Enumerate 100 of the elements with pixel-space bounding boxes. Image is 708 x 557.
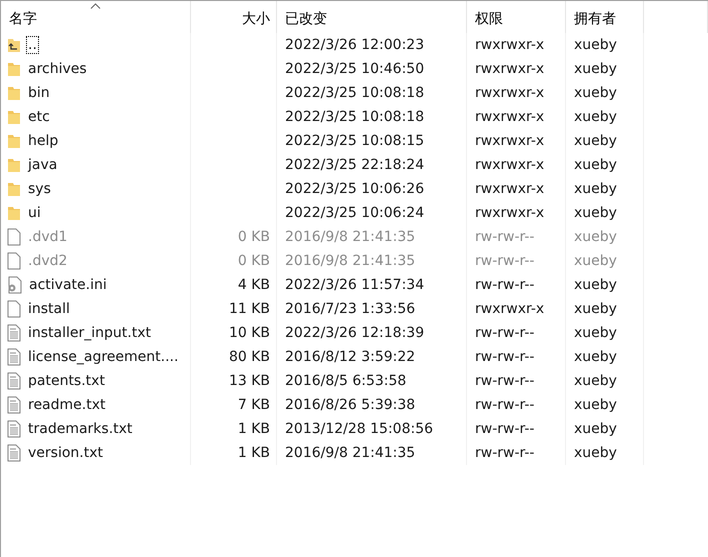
owner: xueby — [574, 157, 617, 173]
file-name[interactable]: readme.txt — [27, 397, 106, 413]
file-icon — [7, 252, 21, 270]
owner: xueby — [574, 181, 617, 197]
owner: xueby — [574, 421, 617, 437]
file-name[interactable]: license_agreement.... — [27, 349, 180, 365]
permissions: rwxrwxr-x — [475, 85, 544, 101]
owner: xueby — [574, 133, 617, 149]
file-name[interactable]: .. — [27, 37, 38, 53]
text-file-icon — [7, 396, 21, 414]
file-name[interactable]: sys — [27, 181, 52, 197]
modified-date: 2013/12/28 15:08:56 — [285, 421, 434, 437]
permissions: rw-rw-r-- — [475, 421, 534, 437]
file-name[interactable]: java — [27, 157, 58, 173]
file-name[interactable]: install — [27, 301, 71, 317]
owner: xueby — [574, 325, 617, 341]
modified-date: 2022/3/25 10:08:18 — [285, 85, 424, 101]
permissions: rw-rw-r-- — [475, 253, 534, 269]
file-size: 0 KB — [238, 229, 270, 245]
file-name[interactable]: patents.txt — [27, 373, 106, 389]
modified-date: 2022/3/26 11:57:34 — [285, 277, 424, 293]
folder-icon — [7, 109, 21, 125]
owner: xueby — [574, 445, 617, 461]
owner: xueby — [574, 61, 617, 77]
file-name[interactable]: version.txt — [27, 445, 104, 461]
file-size: 10 KB — [228, 325, 270, 341]
file-icon — [7, 228, 21, 246]
file-name[interactable]: trademarks.txt — [27, 421, 134, 437]
parent-folder-icon — [7, 37, 21, 53]
column-header[interactable]: 权限 — [467, 1, 566, 33]
modified-date: 2016/9/8 21:41:35 — [285, 445, 416, 461]
settings-file-icon — [7, 276, 22, 294]
owner: xueby — [574, 301, 617, 317]
text-file-icon — [7, 324, 21, 342]
permissions: rwxrwxr-x — [475, 301, 544, 317]
owner: xueby — [574, 205, 617, 221]
owner: xueby — [574, 253, 617, 269]
file-size: 11 KB — [228, 301, 270, 317]
sort-ascending-icon — [90, 3, 100, 9]
text-file-icon — [7, 420, 21, 438]
folder-icon — [7, 61, 21, 77]
owner: xueby — [574, 37, 617, 53]
permissions: rw-rw-r-- — [475, 229, 534, 245]
file-name[interactable]: etc — [27, 109, 51, 125]
column-header[interactable]: 拥有者 — [566, 1, 644, 33]
column-header[interactable]: 名字 — [1, 1, 191, 33]
owner: xueby — [574, 85, 617, 101]
file-size: 1 KB — [238, 421, 270, 437]
file-name[interactable]: help — [27, 133, 60, 149]
permissions: rw-rw-r-- — [475, 445, 534, 461]
permissions: rwxrwxr-x — [475, 205, 544, 221]
permissions: rw-rw-r-- — [475, 277, 534, 293]
folder-icon — [7, 157, 21, 173]
owner: xueby — [574, 109, 617, 125]
file-name[interactable]: ui — [27, 205, 42, 221]
owner: xueby — [574, 373, 617, 389]
modified-date: 2022/3/26 12:18:39 — [285, 325, 424, 341]
permissions: rw-rw-r-- — [475, 397, 534, 413]
column-header[interactable]: 已改变 — [277, 1, 467, 33]
permissions: rwxrwxr-x — [475, 37, 544, 53]
modified-date: 2022/3/25 10:08:15 — [285, 133, 424, 149]
file-name[interactable]: archives — [27, 61, 88, 77]
modified-date: 2022/3/25 10:08:18 — [285, 109, 424, 125]
text-file-icon — [7, 372, 21, 390]
file-icon — [7, 300, 21, 318]
modified-date: 2016/9/8 21:41:35 — [285, 229, 416, 245]
file-size: 80 KB — [228, 349, 270, 365]
modified-date: 2016/8/26 5:39:38 — [285, 397, 416, 413]
folder-icon — [7, 133, 21, 149]
permissions: rwxrwxr-x — [475, 61, 544, 77]
permissions: rw-rw-r-- — [475, 325, 534, 341]
folder-icon — [7, 85, 21, 101]
permissions: rwxrwxr-x — [475, 109, 544, 125]
modified-date: 2022/3/25 10:46:50 — [285, 61, 424, 77]
modified-date: 2022/3/26 12:00:23 — [285, 37, 424, 53]
modified-date: 2016/8/12 3:59:22 — [285, 349, 416, 365]
modified-date: 2022/3/25 22:18:24 — [285, 157, 424, 173]
file-name[interactable]: bin — [27, 85, 51, 101]
owner: xueby — [574, 349, 617, 365]
file-size: 4 KB — [238, 277, 270, 293]
permissions: rw-rw-r-- — [475, 373, 534, 389]
modified-date: 2016/9/8 21:41:35 — [285, 253, 416, 269]
file-name[interactable]: installer_input.txt — [27, 325, 152, 341]
permissions: rw-rw-r-- — [475, 349, 534, 365]
file-size: 1 KB — [238, 445, 270, 461]
modified-date: 2022/3/25 10:06:26 — [285, 181, 424, 197]
text-file-icon — [7, 348, 21, 366]
folder-icon — [7, 205, 21, 221]
permissions: rwxrwxr-x — [475, 133, 544, 149]
modified-date: 2016/7/23 1:33:56 — [285, 301, 416, 317]
file-size: 7 KB — [238, 397, 270, 413]
file-name[interactable]: activate.ini — [28, 277, 108, 293]
modified-date: 2016/8/5 6:53:58 — [285, 373, 406, 389]
permissions: rwxrwxr-x — [475, 157, 544, 173]
text-file-icon — [7, 444, 21, 462]
file-size: 13 KB — [228, 373, 270, 389]
file-size: 0 KB — [238, 253, 270, 269]
owner: xueby — [574, 229, 617, 245]
owner: xueby — [574, 397, 617, 413]
column-header[interactable]: 大小 — [191, 1, 277, 33]
